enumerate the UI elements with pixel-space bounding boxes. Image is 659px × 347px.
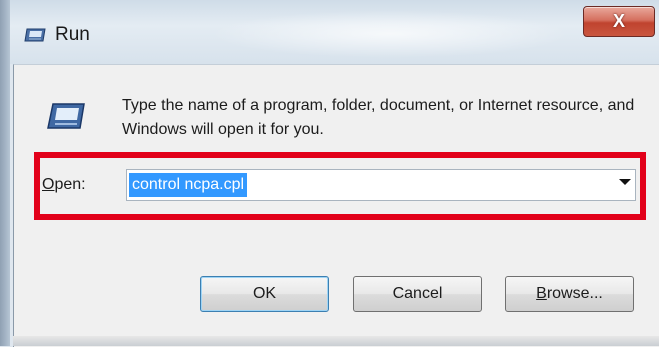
browse-accelerator: B: [536, 285, 547, 302]
chevron-down-icon[interactable]: [619, 179, 631, 185]
browse-button[interactable]: Browse...: [505, 276, 634, 312]
open-label-accelerator: O: [42, 176, 55, 193]
dialog-description: Type the name of a program, folder, docu…: [122, 97, 635, 138]
run-icon: [47, 103, 85, 129]
ok-button-label: OK: [252, 285, 277, 302]
open-label: Open:: [42, 176, 86, 194]
open-label-text: pen:: [54, 176, 86, 193]
browse-label-text: rowse...: [546, 285, 603, 302]
window-frame-edge: [0, 0, 10, 346]
open-combobox[interactable]: control ncpa.cpl: [126, 169, 636, 201]
dialog-bottom-edge: [13, 336, 659, 346]
run-icon: [24, 28, 46, 42]
cancel-button[interactable]: Cancel: [353, 276, 482, 312]
title-bar[interactable]: [0, 0, 659, 64]
close-icon: X: [612, 11, 625, 31]
ok-button[interactable]: OK: [200, 276, 329, 312]
close-button[interactable]: X: [583, 6, 655, 37]
command-input[interactable]: control ncpa.cpl: [129, 173, 248, 197]
window-title: Run: [55, 24, 90, 45]
glass-reflection: [210, 10, 570, 58]
cancel-button-label: Cancel: [392, 285, 443, 302]
browse-button-label: Browse...: [536, 285, 603, 303]
